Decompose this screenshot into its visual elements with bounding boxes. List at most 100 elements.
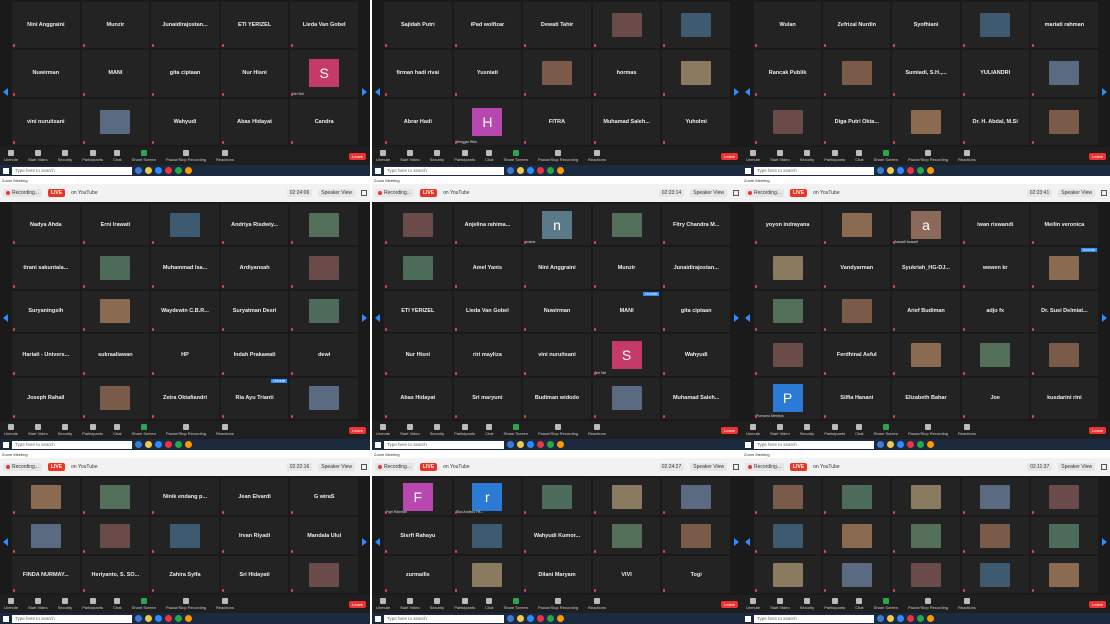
toolbar-reactions-button[interactable]: Reactions (216, 598, 234, 610)
windows-start-icon[interactable] (3, 167, 9, 174)
participant-tile[interactable]: Nini Anggraini (523, 247, 591, 289)
toolbar-share-screen-button[interactable]: Share Screen (874, 150, 898, 162)
participant-tile[interactable]: Suryaningsih (12, 290, 80, 333)
participant-tile[interactable]: dewi (290, 334, 358, 376)
participant-tile[interactable] (754, 478, 822, 515)
toolbar-reactions-button[interactable]: Reactions (958, 150, 976, 162)
participant-tile[interactable]: iPad wolfizar (453, 2, 522, 49)
participant-tile[interactable]: Sisrfi Rahayu (384, 517, 452, 554)
participant-tile[interactable] (290, 247, 358, 289)
youtube-label[interactable]: on YouTube (443, 190, 470, 196)
toolbar-pause-stop-recording-button[interactable]: Pause/Stop Recording (538, 150, 578, 162)
participant-tile[interactable] (592, 377, 661, 419)
participant-tile[interactable]: Muhamad Saleh... (592, 98, 661, 145)
taskbar-app-icon[interactable] (517, 615, 524, 622)
participant-tile[interactable]: Wulan (754, 2, 822, 49)
recording-indicator[interactable]: Recording... (375, 189, 414, 197)
participant-tile[interactable] (592, 204, 661, 246)
unmute-badge[interactable]: Unmute (271, 378, 288, 383)
participant-tile[interactable]: Wahyudi (662, 334, 730, 376)
toolbar-participants-button[interactable]: Participants (82, 424, 103, 436)
participant-tile[interactable] (961, 334, 1029, 376)
toolbar-chat-button[interactable]: Chat (485, 150, 494, 162)
participant-tile[interactable] (892, 517, 960, 554)
taskbar-search[interactable]: Type here to search (12, 614, 132, 623)
taskbar-app-icon[interactable] (877, 615, 884, 622)
participant-tile[interactable]: Erni Irawati (81, 204, 150, 246)
taskbar-app-icon[interactable] (557, 167, 564, 174)
participant-tile[interactable] (12, 517, 80, 554)
toolbar-share-screen-button[interactable]: Share Screen (504, 150, 528, 162)
participant-tile[interactable] (81, 377, 150, 419)
recording-indicator[interactable]: Recording... (745, 189, 784, 197)
windows-start-icon[interactable] (745, 441, 751, 448)
participant-tile[interactable] (1030, 334, 1098, 376)
taskbar-app-icon[interactable] (507, 615, 514, 622)
participant-tile[interactable] (754, 98, 822, 145)
taskbar-app-icon[interactable] (527, 441, 534, 448)
toolbar-start-video-button[interactable]: Start Video (28, 424, 48, 436)
participant-tile[interactable] (81, 478, 150, 515)
fullscreen-icon[interactable] (733, 464, 739, 470)
taskbar-app-icon[interactable] (135, 441, 142, 448)
speaker-view-button[interactable]: Speaker View (1058, 463, 1095, 471)
participant-tile[interactable]: Nadya Ahda (12, 204, 80, 246)
toolbar-start-video-button[interactable]: Start Video (28, 598, 48, 610)
participant-tile[interactable]: riri mayliza (453, 334, 522, 376)
participant-tile[interactable] (151, 204, 219, 246)
participant-tile[interactable]: Arief Budiman (892, 290, 960, 333)
participant-tile[interactable] (662, 2, 730, 49)
taskbar-app-icon[interactable] (527, 167, 534, 174)
participant-tile[interactable]: tirani sakuntala... (12, 247, 80, 289)
taskbar-app-icon[interactable] (927, 167, 934, 174)
leave-button[interactable]: Leave (721, 152, 738, 160)
participant-tile[interactable] (592, 517, 661, 554)
taskbar-app-icon[interactable] (537, 615, 544, 622)
speaker-view-button[interactable]: Speaker View (690, 463, 727, 471)
participant-tile[interactable] (290, 556, 358, 593)
participant-tile[interactable]: FITRA (523, 98, 591, 145)
participant-tile[interactable]: Joe (961, 377, 1029, 419)
toolbar-chat-button[interactable]: Chat (113, 150, 122, 162)
participant-tile[interactable] (961, 517, 1029, 554)
participant-tile[interactable]: ETI YERIZEL (220, 2, 289, 49)
taskbar-app-icon[interactable] (185, 615, 192, 622)
taskbar-app-icon[interactable] (887, 441, 894, 448)
participant-tile[interactable]: Sumiadi, S.H.,... (892, 50, 960, 97)
youtube-label[interactable]: on YouTube (813, 464, 840, 470)
toolbar-security-button[interactable]: Security (800, 598, 814, 610)
windows-start-icon[interactable] (745, 167, 751, 174)
toolbar-chat-button[interactable]: Chat (485, 598, 494, 610)
participant-tile[interactable]: Zetra Oktafiandri (151, 377, 219, 419)
participant-tile[interactable] (823, 517, 891, 554)
windows-start-icon[interactable] (375, 615, 381, 622)
participant-tile[interactable] (823, 478, 891, 515)
participant-tile[interactable]: Zahira Sylfa (151, 556, 219, 593)
participant-tile[interactable]: H Henggar Rike (453, 98, 522, 145)
participant-tile[interactable] (592, 478, 661, 515)
participant-tile[interactable]: zurmailis (384, 556, 452, 593)
taskbar-app-icon[interactable] (907, 615, 914, 622)
toolbar-participants-button[interactable]: Participants (82, 598, 103, 610)
taskbar-app-icon[interactable] (917, 615, 924, 622)
taskbar-app-icon[interactable] (165, 615, 172, 622)
taskbar-app-icon[interactable] (927, 441, 934, 448)
leave-button[interactable]: Leave (349, 426, 366, 434)
participant-tile[interactable] (662, 517, 730, 554)
taskbar-app-icon[interactable] (155, 441, 162, 448)
participant-tile[interactable] (453, 517, 522, 554)
toolbar-participants-button[interactable]: Participants (824, 150, 845, 162)
recording-indicator[interactable]: Recording... (375, 463, 414, 471)
toolbar-start-video-button[interactable]: Start Video (770, 598, 790, 610)
participant-tile[interactable]: Budiman widodo (523, 377, 591, 419)
participant-tile[interactable]: r Riza Andeco Pa... (453, 478, 522, 515)
taskbar-search[interactable]: Type here to search (754, 614, 874, 623)
toolbar-participants-button[interactable]: Participants (454, 598, 475, 610)
participant-tile[interactable]: Indah Prakawati (220, 334, 289, 376)
leave-button[interactable]: Leave (1089, 152, 1106, 160)
participant-tile[interactable]: Nini Anggraini (12, 2, 80, 49)
toolbar-share-screen-button[interactable]: Share Screen (874, 598, 898, 610)
taskbar-app-icon[interactable] (927, 615, 934, 622)
participant-tile[interactable]: Mandala Ulul (290, 517, 358, 554)
participant-tile[interactable]: Dilani Maryam (523, 556, 591, 593)
